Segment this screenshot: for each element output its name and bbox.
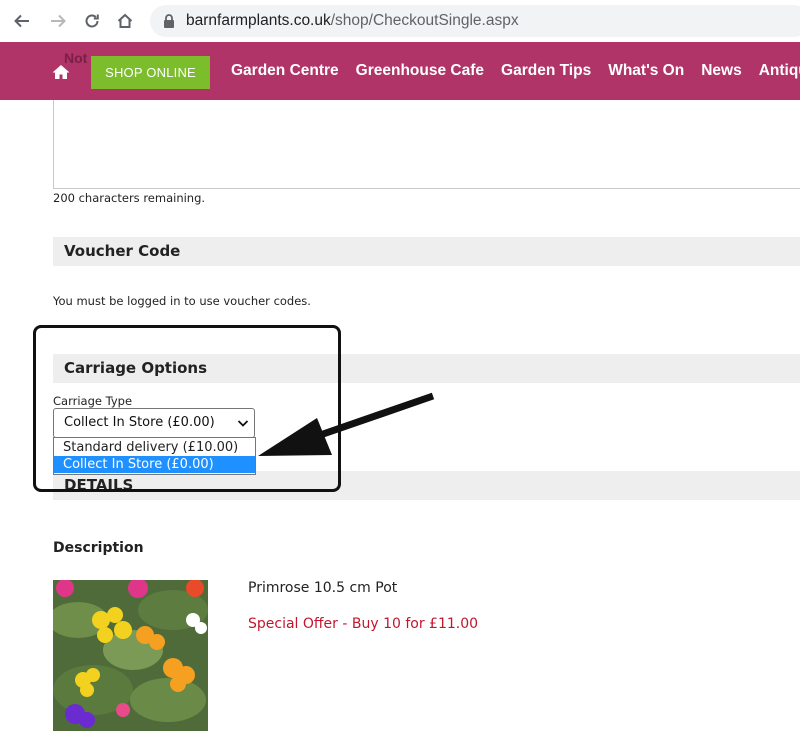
product-image[interactable] — [53, 580, 208, 731]
notes-textarea[interactable] — [53, 100, 800, 189]
nav-news[interactable]: News — [701, 62, 742, 79]
forward-arrow-icon — [51, 14, 66, 28]
url-domain: barnfarmplants.co.uk — [186, 12, 331, 29]
back-button[interactable] — [8, 7, 36, 35]
chars-remaining: 200 characters remaining. — [53, 191, 206, 205]
lock-icon — [164, 14, 174, 28]
product-special-offer: Special Offer - Buy 10 for £11.00 — [248, 616, 479, 632]
nav-antiques[interactable]: Antiqu — [759, 62, 800, 79]
primrose-image — [53, 580, 208, 731]
nav-garden-tips[interactable]: Garden Tips — [501, 62, 591, 79]
address-bar[interactable]: barnfarmplants.co.uk/shop/CheckoutSingle… — [150, 5, 800, 37]
site-header: Not SHOP ONLINE Garden Centre Greenhouse … — [0, 42, 800, 100]
url-path: /shop/CheckoutSingle.aspx — [330, 12, 519, 29]
voucher-note: You must be logged in to use voucher cod… — [53, 294, 311, 308]
shop-online-button[interactable]: SHOP ONLINE — [91, 56, 210, 89]
url-text: barnfarmplants.co.uk/shop/CheckoutSingle… — [186, 12, 519, 30]
voucher-section-header: Voucher Code — [53, 237, 800, 266]
home-icon[interactable] — [52, 64, 70, 80]
product-name[interactable]: Primrose 10.5 cm Pot — [248, 580, 397, 596]
browser-toolbar: barnfarmplants.co.uk/shop/CheckoutSingle… — [0, 0, 800, 43]
reload-icon — [85, 14, 99, 28]
back-arrow-icon — [14, 14, 29, 28]
browser-home-icon — [117, 13, 133, 28]
forward-button[interactable] — [44, 7, 72, 35]
annotation-highlight-box — [33, 325, 341, 492]
voucher-title: Voucher Code — [64, 242, 181, 260]
reload-button[interactable] — [78, 7, 106, 35]
nav-garden-centre[interactable]: Garden Centre — [231, 62, 339, 79]
description-label: Description — [53, 540, 144, 556]
nav-greenhouse-cafe[interactable]: Greenhouse Cafe — [356, 62, 484, 79]
nav-whats-on[interactable]: What's On — [608, 62, 684, 79]
home-button[interactable] — [111, 7, 139, 35]
main-nav: Garden Centre Greenhouse Cafe Garden Tips W… — [231, 62, 800, 80]
